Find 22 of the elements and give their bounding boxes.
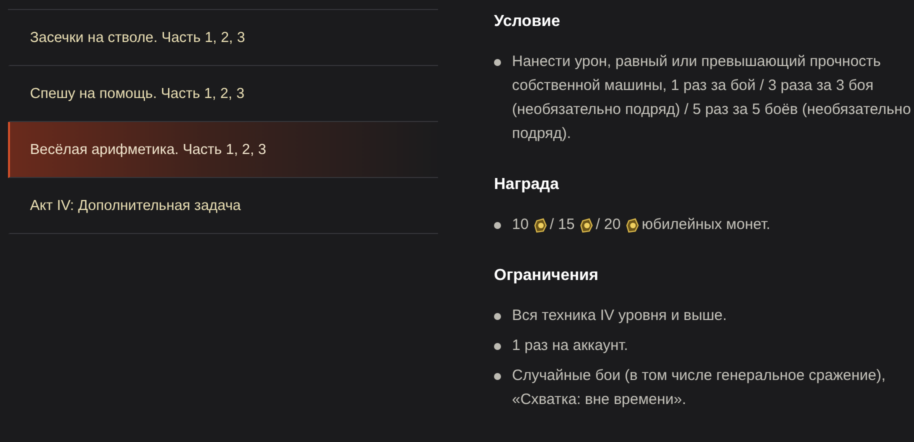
section-heading: Условие xyxy=(494,12,562,32)
menu-item[interactable]: Акт IV: Дополнительная задача xyxy=(8,178,438,234)
bullet-icon xyxy=(494,59,501,66)
list-text: 1 раз на аккаунт. xyxy=(512,336,628,356)
coin-icon xyxy=(626,218,639,232)
reward-text: / 15 xyxy=(550,215,575,235)
reward-text: юбилейных монет. xyxy=(642,215,770,235)
section-heading: Награда xyxy=(494,175,560,195)
list-text: Нанести урон, равный или превышающий прочность собственной машины, 1 раз за бой / 3 раза за 3 боя (необязательно подряд) / 5 раз за 5 боёв (необязательно подряд). xyxy=(512,52,912,144)
coin-icon xyxy=(534,218,547,232)
list-text: Случайные бои (в том числе генеральное сражение), «Схватка: вне времени». xyxy=(512,366,887,410)
menu-item[interactable]: Весёлая арифметика. Часть 1, 2, 3 xyxy=(8,122,438,178)
bullet-icon xyxy=(494,313,501,320)
bullet-icon xyxy=(494,373,501,380)
coin-icon xyxy=(580,218,593,232)
menu-item[interactable]: Засечки на стволе. Часть 1, 2, 3 xyxy=(8,10,438,66)
bullet-icon xyxy=(494,222,501,229)
list-text: Вся техника IV уровня и выше. xyxy=(512,306,727,326)
reward-text: 10 xyxy=(512,215,529,235)
bullet-icon xyxy=(494,343,501,350)
reward-text: / 20 xyxy=(596,215,621,235)
section-heading: Ограничения xyxy=(494,266,600,286)
